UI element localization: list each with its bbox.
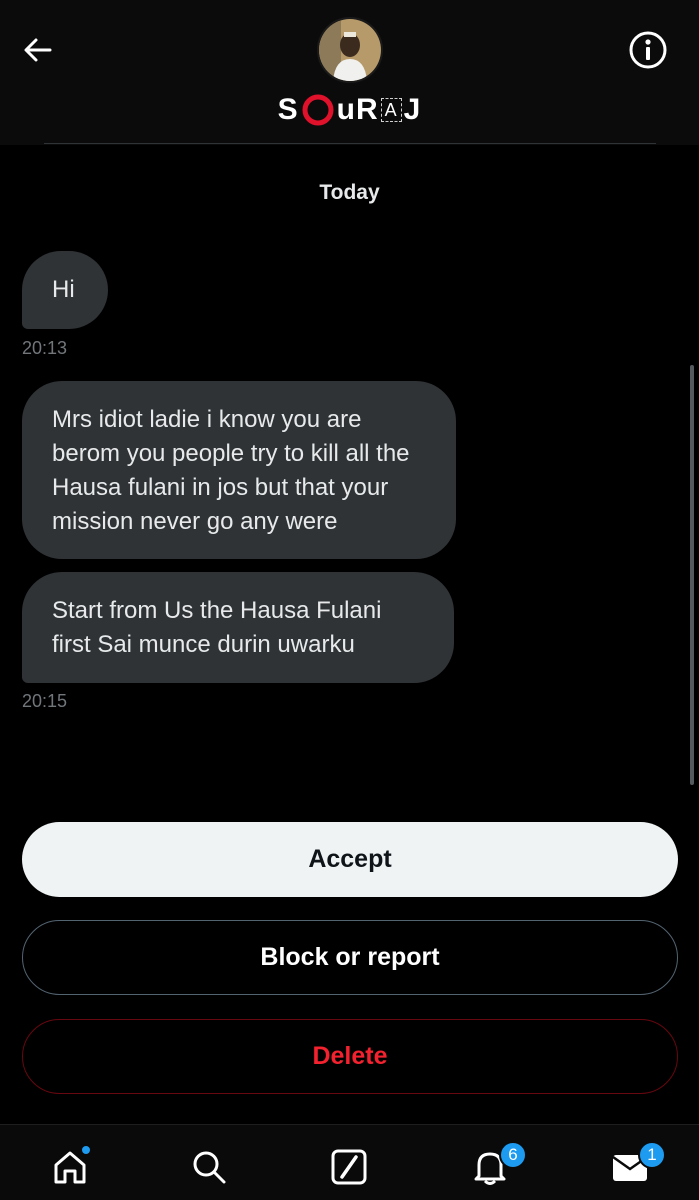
delete-button[interactable]: Delete bbox=[22, 1019, 678, 1094]
message-timestamp: 20:13 bbox=[22, 338, 68, 358]
accept-button[interactable]: Accept bbox=[22, 822, 678, 897]
back-button[interactable] bbox=[18, 30, 58, 70]
display-name-part: S bbox=[277, 93, 299, 127]
message-bubble[interactable]: Start from Us the Hausa Fulani first Sai… bbox=[22, 572, 454, 683]
bottom-nav bbox=[0, 1124, 699, 1200]
block-or-report-button[interactable]: Block or report bbox=[22, 920, 678, 995]
home-unread-dot bbox=[80, 1144, 92, 1156]
message-bubble[interactable]: Hi bbox=[22, 251, 108, 329]
display-name-part: uR bbox=[336, 93, 379, 127]
avatar[interactable] bbox=[317, 17, 383, 83]
date-separator: Today bbox=[319, 181, 380, 204]
display-name[interactable]: SuR A J bbox=[0, 92, 699, 127]
notifications-badge: 6 bbox=[499, 1141, 527, 1169]
conversation-header: SuR A J bbox=[0, 0, 699, 145]
header-divider bbox=[44, 143, 656, 144]
nav-grok[interactable] bbox=[327, 1145, 371, 1189]
messages-badge: 1 bbox=[638, 1141, 666, 1169]
info-button[interactable] bbox=[626, 28, 670, 72]
info-circle-icon bbox=[629, 31, 667, 69]
display-name-part: J bbox=[403, 93, 422, 127]
search-icon bbox=[193, 1151, 226, 1184]
display-name-boxed-letter: A bbox=[380, 98, 402, 123]
message-bubble[interactable]: Mrs idiot ladie i know you are berom you… bbox=[22, 381, 456, 559]
message-timestamp: 20:15 bbox=[22, 691, 68, 711]
red-circle-icon bbox=[302, 94, 334, 126]
grok-icon bbox=[331, 1149, 367, 1185]
arrow-left-icon bbox=[24, 38, 52, 62]
scrollbar[interactable] bbox=[690, 365, 694, 785]
nav-search[interactable] bbox=[187, 1145, 231, 1189]
